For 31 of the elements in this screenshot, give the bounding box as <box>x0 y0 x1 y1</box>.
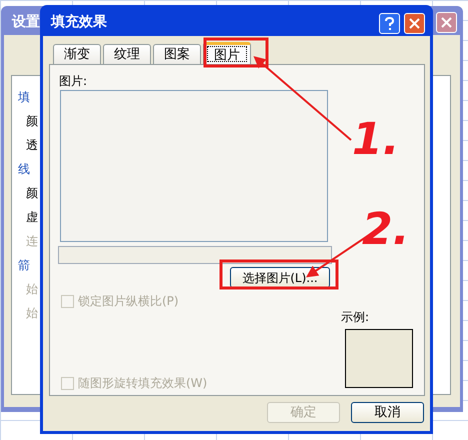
list-item: 始 <box>25 281 38 298</box>
checkbox-label: 随图形旋转填充效果(W) <box>78 375 208 392</box>
section-heading: 填 <box>18 89 31 106</box>
highlight-frame <box>204 38 268 68</box>
close-button[interactable] <box>436 12 457 33</box>
list-item: 连 <box>25 233 38 250</box>
window-title: 设置 <box>12 12 40 32</box>
section-heading: 线 <box>18 161 31 178</box>
list-item: 颜 <box>25 185 38 202</box>
section-heading: 箭 <box>18 257 31 274</box>
annotation-text: 2. <box>362 208 410 252</box>
close-button[interactable] <box>404 13 425 34</box>
picture-label: 图片: <box>59 73 88 90</box>
help-icon <box>385 17 394 30</box>
list-item: 颜 <box>25 113 38 130</box>
list-item: 始 <box>25 305 38 322</box>
checkbox-label: 锁定图片纵横比(P) <box>78 293 179 310</box>
list-item: 透 <box>25 137 38 154</box>
help-button[interactable] <box>379 13 400 34</box>
list-item: 虚 <box>25 209 38 226</box>
tab[interactable]: 图案 <box>153 44 201 65</box>
sample-label: 示例: <box>341 309 370 326</box>
tab[interactable]: 渐变 <box>53 44 101 65</box>
close-icon <box>409 18 420 29</box>
dialog-button[interactable]: 取消 <box>351 402 424 423</box>
select-picture-button[interactable]: 选择图片(L)... <box>230 267 330 288</box>
tab[interactable]: 纹理 <box>103 44 151 65</box>
window-title: 填充效果 <box>51 12 107 32</box>
annotation-text: 1. <box>352 118 400 162</box>
close-icon <box>441 17 452 28</box>
sample-preview <box>345 329 413 388</box>
